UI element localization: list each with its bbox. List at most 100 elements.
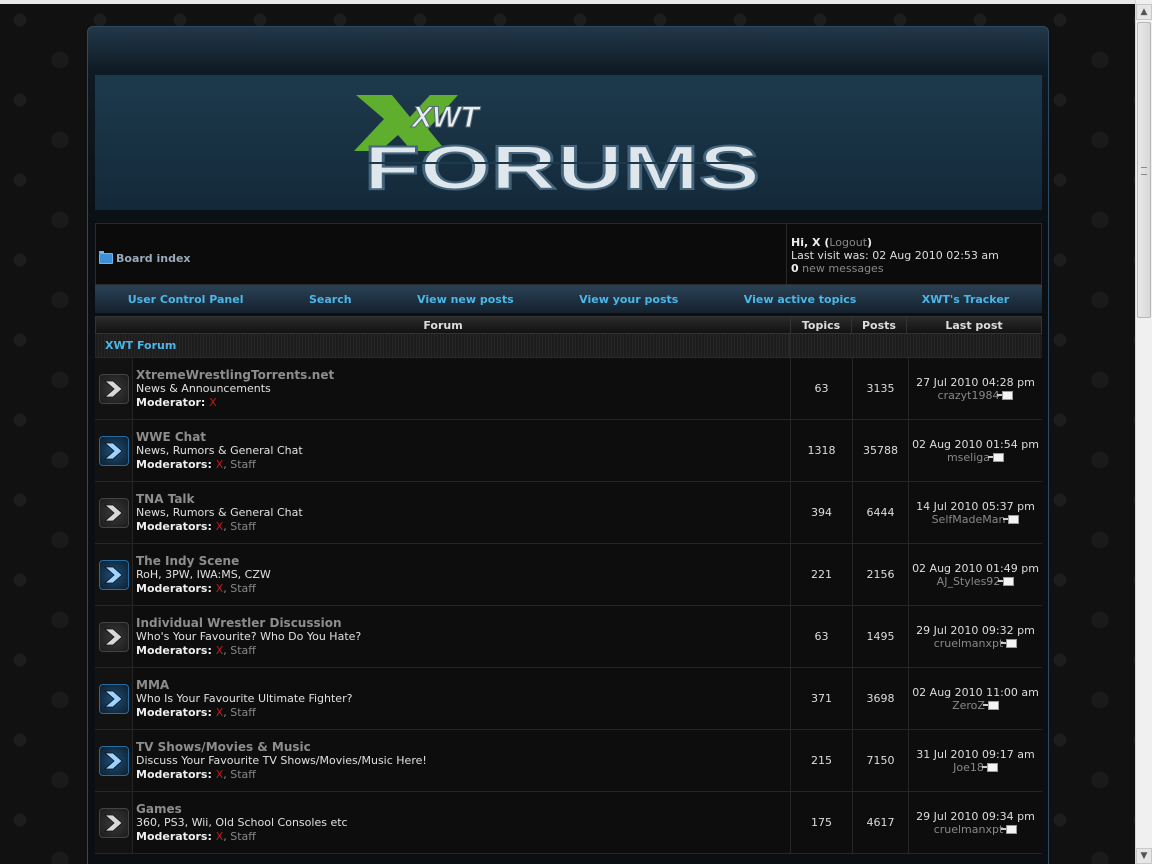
view-active-topics-link[interactable]: View active topics — [744, 293, 857, 306]
forum-table: Forum Topics Posts Last post XWT Forum X… — [95, 316, 1042, 854]
forum-moderators: Moderator: X — [136, 396, 217, 409]
forum-title-link[interactable]: Individual Wrestler Discussion — [136, 616, 787, 630]
moderator-link[interactable]: Staff — [230, 458, 256, 471]
forum-info-cell: Games 360, PS3, Wii, Old School Consoles… — [133, 792, 791, 853]
xwt-tracker-link[interactable]: XWT's Tracker — [922, 293, 1009, 306]
view-latest-post-icon[interactable] — [981, 762, 998, 772]
moderator-link[interactable]: Staff — [230, 582, 256, 595]
last-post-cell: 02 Aug 2010 11:00 am ZeroZ — [909, 668, 1042, 729]
last-post-user-link[interactable]: SelfMadeMan — [932, 513, 1006, 526]
forum-title-link[interactable]: MMA — [136, 678, 787, 692]
forum-status-cell — [95, 544, 133, 605]
forum-arrow-icon — [98, 683, 129, 714]
posts-count: 7150 — [853, 730, 909, 791]
forum-info-cell: MMA Who Is Your Favourite Ultimate Fight… — [133, 668, 791, 729]
last-post-cell: 02 Aug 2010 01:54 pm mseliga — [909, 420, 1042, 481]
forum-row: WWE Chat News, Rumors & General Chat Mod… — [95, 420, 1042, 482]
moderator-link[interactable]: X — [209, 396, 217, 409]
last-post-user-link[interactable]: mseliga — [947, 451, 990, 464]
forum-info-cell: WWE Chat News, Rumors & General Chat Mod… — [133, 420, 791, 481]
view-latest-post-icon[interactable] — [1001, 824, 1018, 834]
scroll-up-button[interactable]: ▲ — [1136, 4, 1152, 20]
forum-title-link[interactable]: The Indy Scene — [136, 554, 787, 568]
last-post-date: 27 Jul 2010 04:28 pm — [916, 375, 1035, 389]
forum-description: Who's Your Favourite? Who Do You Hate? — [136, 630, 362, 643]
svg-text:FORUMS: FORUMS — [364, 134, 760, 199]
forum-title-link[interactable]: TNA Talk — [136, 492, 787, 506]
forum-row: Individual Wrestler Discussion Who's You… — [95, 606, 1042, 668]
vertical-scrollbar[interactable]: ▲ ▼ — [1135, 0, 1152, 864]
view-latest-post-icon[interactable] — [1001, 638, 1018, 648]
last-post-user-link[interactable]: ZeroZ — [952, 699, 985, 712]
posts-count: 6444 — [853, 482, 909, 543]
topics-count: 371 — [791, 668, 853, 729]
forum-arrow-icon — [98, 497, 129, 528]
forum-row: TV Shows/Movies & Music Discuss Your Fav… — [95, 730, 1042, 792]
last-post-user-link[interactable]: AJ_Styles92 — [937, 575, 1001, 588]
navbar-left: Board index — [96, 224, 787, 284]
board-index-link[interactable]: Board index — [116, 252, 191, 265]
moderator-link[interactable]: Staff — [230, 706, 256, 719]
moderator-link[interactable]: Staff — [230, 768, 256, 781]
username[interactable]: X — [812, 236, 820, 249]
forum-description: News, Rumors & General Chat — [136, 444, 303, 457]
browser-top-edge — [0, 0, 1136, 4]
topics-count: 394 — [791, 482, 853, 543]
scrollbar-thumb[interactable] — [1137, 22, 1151, 318]
last-post-date: 02 Aug 2010 01:49 pm — [912, 561, 1039, 575]
category-row: XWT Forum — [95, 334, 1042, 358]
user-control-panel-link[interactable]: User Control Panel — [128, 293, 244, 306]
last-post-cell: 27 Jul 2010 04:28 pm crazyt1984 — [909, 358, 1042, 419]
topics-count: 175 — [791, 792, 853, 853]
forum-arrow-icon — [98, 559, 129, 590]
forum-title-link[interactable]: XtremeWrestlingTorrents.net — [136, 368, 787, 382]
topics-count: 63 — [791, 606, 853, 667]
topics-count: 215 — [791, 730, 853, 791]
view-new-posts-link[interactable]: View new posts — [417, 293, 514, 306]
logout-link[interactable]: Logout — [829, 236, 867, 249]
last-post-cell: 29 Jul 2010 09:32 pm cruelmanxpt — [909, 606, 1042, 667]
forum-title-link[interactable]: WWE Chat — [136, 430, 787, 444]
category-link[interactable]: XWT Forum — [95, 334, 790, 357]
moderator-link[interactable]: Staff — [230, 644, 256, 657]
forum-title-link[interactable]: Games — [136, 802, 787, 816]
last-post-cell: 02 Aug 2010 01:49 pm AJ_Styles92 — [909, 544, 1042, 605]
col-forum: Forum — [96, 317, 791, 333]
view-latest-post-icon[interactable] — [998, 576, 1015, 586]
xwt-forums-logo[interactable]: XWT FORUMS — [350, 89, 770, 199]
search-link[interactable]: Search — [309, 293, 352, 306]
forum-status-cell — [95, 730, 133, 791]
col-topics: Topics — [791, 317, 852, 333]
forum-moderators: Moderators: X, Staff — [136, 458, 256, 471]
forum-info-cell: TNA Talk News, Rumors & General Chat Mod… — [133, 482, 791, 543]
forum-moderators: Moderators: X, Staff — [136, 520, 256, 533]
last-post-date: 29 Jul 2010 09:32 pm — [916, 623, 1035, 637]
last-post-user-link[interactable]: crazyt1984 — [938, 389, 1000, 402]
view-your-posts-link[interactable]: View your posts — [579, 293, 678, 306]
folder-icon — [99, 251, 113, 264]
forum-moderators: Moderators: X, Staff — [136, 830, 256, 843]
forum-title-link[interactable]: TV Shows/Movies & Music — [136, 740, 787, 754]
view-latest-post-icon[interactable] — [1003, 514, 1020, 524]
moderator-link[interactable]: Staff — [230, 520, 256, 533]
view-latest-post-icon[interactable] — [988, 452, 1005, 462]
navbar: Board index Hi, X (Logout) Last visit wa… — [95, 223, 1042, 285]
last-post-user-link[interactable]: Joe18 — [953, 761, 984, 774]
moderator-link[interactable]: Staff — [230, 830, 256, 843]
new-messages-link[interactable]: 0 new messages — [791, 262, 999, 275]
last-post-user-link[interactable]: cruelmanxpt — [934, 823, 1004, 836]
forum-arrow-icon — [98, 373, 129, 404]
forum-row: TNA Talk News, Rumors & General Chat Mod… — [95, 482, 1042, 544]
site-header: XWT FORUMS — [95, 75, 1042, 210]
greeting: Hi, X ( — [791, 236, 830, 249]
forum-status-cell — [95, 792, 133, 853]
last-visit: Last visit was: 02 Aug 2010 02:53 am — [791, 249, 999, 262]
forum-description: News, Rumors & General Chat — [136, 506, 303, 519]
breadcrumb[interactable]: Board index — [99, 251, 191, 265]
view-latest-post-icon[interactable] — [997, 390, 1014, 400]
last-post-user-link[interactable]: cruelmanxpt — [934, 637, 1004, 650]
view-latest-post-icon[interactable] — [982, 700, 999, 710]
posts-count: 3135 — [853, 358, 909, 419]
last-post-cell: 29 Jul 2010 09:34 pm cruelmanxpt — [909, 792, 1042, 853]
scroll-down-button[interactable]: ▼ — [1136, 848, 1152, 864]
